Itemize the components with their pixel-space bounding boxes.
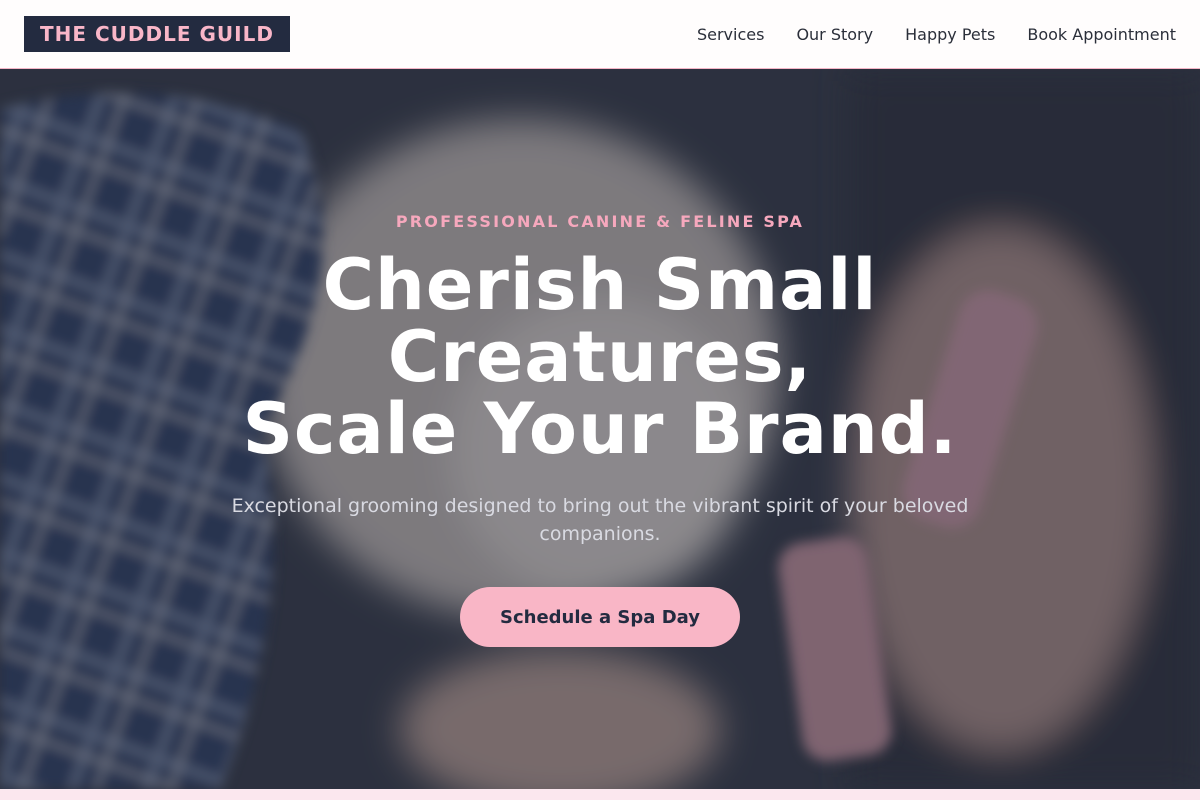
hero-section: PROFESSIONAL CANINE & FELINE SPA Cherish… <box>0 69 1200 789</box>
brand-logo[interactable]: THE CUDDLE GUILD <box>24 16 290 52</box>
top-navbar: THE CUDDLE GUILD Services Our Story Happ… <box>0 0 1200 69</box>
nav-link-book-appointment[interactable]: Book Appointment <box>1027 25 1176 44</box>
hero-subtext: Exceptional grooming designed to bring o… <box>231 495 969 545</box>
main-nav: Services Our Story Happy Pets Book Appoi… <box>697 25 1176 44</box>
headline-line-3: Scale Your Brand. <box>242 388 958 470</box>
schedule-spa-day-button[interactable]: Schedule a Spa Day <box>460 587 740 647</box>
headline-line-2: Creatures, <box>387 316 813 398</box>
nav-link-services[interactable]: Services <box>697 25 764 44</box>
headline-line-1: Cherish Small <box>322 244 878 326</box>
nav-link-happy-pets[interactable]: Happy Pets <box>905 25 995 44</box>
hero-content: PROFESSIONAL CANINE & FELINE SPA Cherish… <box>0 69 1200 789</box>
hero-headline: Cherish Small Creatures, Scale Your Bran… <box>150 249 1050 465</box>
hero-eyebrow: PROFESSIONAL CANINE & FELINE SPA <box>395 212 805 231</box>
next-section-edge <box>0 789 1200 800</box>
nav-link-our-story[interactable]: Our Story <box>796 25 873 44</box>
